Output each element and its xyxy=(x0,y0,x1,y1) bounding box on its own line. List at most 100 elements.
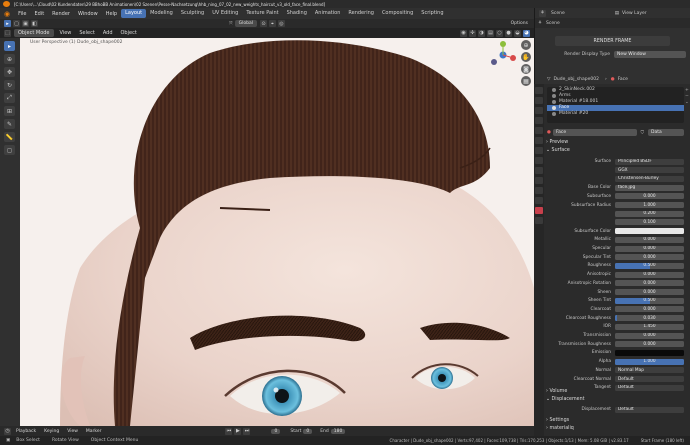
menu-window[interactable]: Window xyxy=(74,11,102,17)
property-value-field[interactable]: face.jpg xyxy=(615,184,684,191)
pan-hand-icon[interactable]: ✋ xyxy=(521,52,531,62)
tab-scene-icon[interactable] xyxy=(535,127,543,134)
property-value-field[interactable]: 0.000 xyxy=(615,332,684,339)
annotate-tool-icon[interactable]: ✎ xyxy=(4,119,15,129)
tab-physics-icon[interactable] xyxy=(535,177,543,184)
slot-menu-icon[interactable]: ⌄ xyxy=(685,100,689,106)
options-dropdown[interactable]: Options xyxy=(511,21,528,26)
section-displacement[interactable]: ⌄ Displacement xyxy=(546,397,585,402)
property-value-field[interactable] xyxy=(615,349,684,356)
property-value-field[interactable]: 0.000 xyxy=(615,271,684,278)
section-preview[interactable]: › Preview xyxy=(546,140,568,145)
property-value-field[interactable]: Principled BSDF xyxy=(615,158,684,165)
menu-edit[interactable]: Edit xyxy=(30,11,48,17)
select-extend-icon[interactable]: ▣ xyxy=(22,20,29,27)
tab-modeling[interactable]: Modeling xyxy=(146,9,177,18)
tab-data-icon[interactable] xyxy=(535,197,543,204)
property-value-field[interactable]: 0.000 xyxy=(615,193,684,200)
section-settings[interactable]: › Settings xyxy=(546,418,569,423)
rotate-tool-icon[interactable]: ↻ xyxy=(4,80,15,90)
property-value-field[interactable]: 1.000 xyxy=(615,202,684,208)
tab-uv-editing[interactable]: UV Editing xyxy=(208,9,242,18)
navigation-gizmo[interactable]: ⊕ ✋ ◙ ▦ xyxy=(488,40,532,90)
tab-animation[interactable]: Animation xyxy=(311,9,345,18)
grid-icon[interactable]: ▦ xyxy=(521,76,531,86)
timeline-menu-view[interactable]: View xyxy=(63,429,82,434)
select-tool-icon[interactable]: ▸ xyxy=(4,41,15,51)
property-value-field[interactable]: Christensen-Burley xyxy=(615,175,684,182)
scale-tool-icon[interactable]: ⤢ xyxy=(4,93,15,103)
property-value-field[interactable]: Default xyxy=(615,376,684,382)
property-value-field[interactable]: 0.100 xyxy=(615,219,684,226)
property-value-field[interactable]: 0.000 xyxy=(615,245,684,252)
tab-shading[interactable]: Shading xyxy=(283,9,311,18)
viewport-menu-object[interactable]: Object xyxy=(117,30,141,36)
viewport-menu-select[interactable]: Select xyxy=(75,30,98,36)
section-materialiq[interactable]: › materialiq xyxy=(546,426,574,431)
select-subtract-icon[interactable]: ◧ xyxy=(31,20,38,27)
cursor-tool-icon[interactable]: ⊕ xyxy=(4,54,15,64)
blender-menu-icon[interactable]: ◉ xyxy=(0,10,14,18)
tab-sculpting[interactable]: Sculpting xyxy=(177,9,208,18)
material-slot[interactable]: Material #20 xyxy=(547,111,684,117)
section-volume[interactable]: › Volume xyxy=(546,389,567,394)
property-value-field[interactable]: 0.000 xyxy=(615,236,684,243)
snap-icon[interactable]: ⌖ xyxy=(268,20,276,27)
property-value-field[interactable]: 0.500 xyxy=(615,297,684,304)
property-value-field[interactable]: 0.000 xyxy=(615,254,684,261)
select-box-icon[interactable]: ▢ xyxy=(13,20,20,27)
property-value-field[interactable]: 1.000 xyxy=(615,358,684,365)
editor-type-icon[interactable]: ⬚ xyxy=(4,29,11,37)
visibility-icon[interactable]: ◉ xyxy=(460,29,467,37)
timeline-menu-keying[interactable]: Keying xyxy=(40,429,63,434)
render-display-type-dropdown[interactable]: New Window xyxy=(614,51,686,58)
tab-world-icon[interactable] xyxy=(535,137,543,144)
tab-texture-paint[interactable]: Texture Paint xyxy=(242,9,282,18)
property-value-field[interactable] xyxy=(615,228,684,235)
render-frame-button[interactable]: RENDER FRAME xyxy=(555,36,670,46)
property-value-field[interactable]: 0.200 xyxy=(615,210,684,217)
timeline-menu-marker[interactable]: Marker xyxy=(82,429,106,434)
section-surface[interactable]: ⌄ Surface xyxy=(546,148,570,153)
viewport-menu-add[interactable]: Add xyxy=(99,30,117,36)
pivot-icon[interactable]: ⊙ xyxy=(259,20,267,27)
tab-constraints-icon[interactable] xyxy=(535,187,543,194)
shading-solid-icon[interactable]: ● xyxy=(505,29,512,37)
move-tool-icon[interactable]: ✥ xyxy=(4,67,15,77)
3d-viewport[interactable] xyxy=(20,38,534,426)
tab-particles-icon[interactable] xyxy=(535,167,543,174)
zoom-icon[interactable]: ⊕ xyxy=(521,40,531,50)
overlay-icon[interactable]: ◑ xyxy=(478,29,485,37)
property-value-field[interactable]: 0.000 xyxy=(615,289,684,295)
property-value-field[interactable]: Default xyxy=(615,384,684,391)
menu-render[interactable]: Render xyxy=(48,11,74,17)
material-browse-icon[interactable]: ● xyxy=(547,130,551,135)
proportional-icon[interactable]: ◎ xyxy=(277,20,285,27)
viewport-menu-view[interactable]: View xyxy=(56,30,76,36)
add-cube-tool-icon[interactable]: ◻ xyxy=(4,145,15,155)
property-value-field[interactable]: 0.000 xyxy=(615,306,684,313)
tab-object-icon[interactable] xyxy=(535,147,543,154)
tab-tool-icon[interactable] xyxy=(535,87,543,94)
fake-user-icon[interactable]: ⛉ xyxy=(641,130,644,136)
displacement-field[interactable]: Default xyxy=(615,406,684,413)
camera-icon[interactable]: ◙ xyxy=(521,64,531,74)
menu-file[interactable]: File xyxy=(14,11,30,17)
orientation-dropdown[interactable]: Global xyxy=(234,20,257,27)
property-value-field[interactable]: 0.030 xyxy=(615,315,684,322)
gizmo-toggle-icon[interactable]: ✣ xyxy=(469,29,476,37)
tab-layout[interactable]: Layout xyxy=(121,9,147,18)
material-name-field[interactable]: Face xyxy=(552,129,637,136)
tab-material-icon[interactable] xyxy=(535,207,543,214)
property-value-field[interactable]: 0.000 xyxy=(615,341,684,348)
property-value-field[interactable]: GGX xyxy=(615,167,684,174)
tab-texture-icon[interactable] xyxy=(535,217,543,224)
menu-help[interactable]: Help xyxy=(102,11,121,17)
tab-compositing[interactable]: Compositing xyxy=(378,9,417,18)
tab-render-icon[interactable] xyxy=(535,97,543,104)
mode-dropdown[interactable]: Object Mode xyxy=(14,29,54,37)
cursor-tool-icon[interactable]: ▸ xyxy=(4,20,11,27)
shading-material-icon[interactable]: ◒ xyxy=(514,29,521,37)
timeline-editor-icon[interactable]: ◷ xyxy=(4,427,11,435)
property-value-field[interactable]: Normal Map xyxy=(615,367,684,374)
